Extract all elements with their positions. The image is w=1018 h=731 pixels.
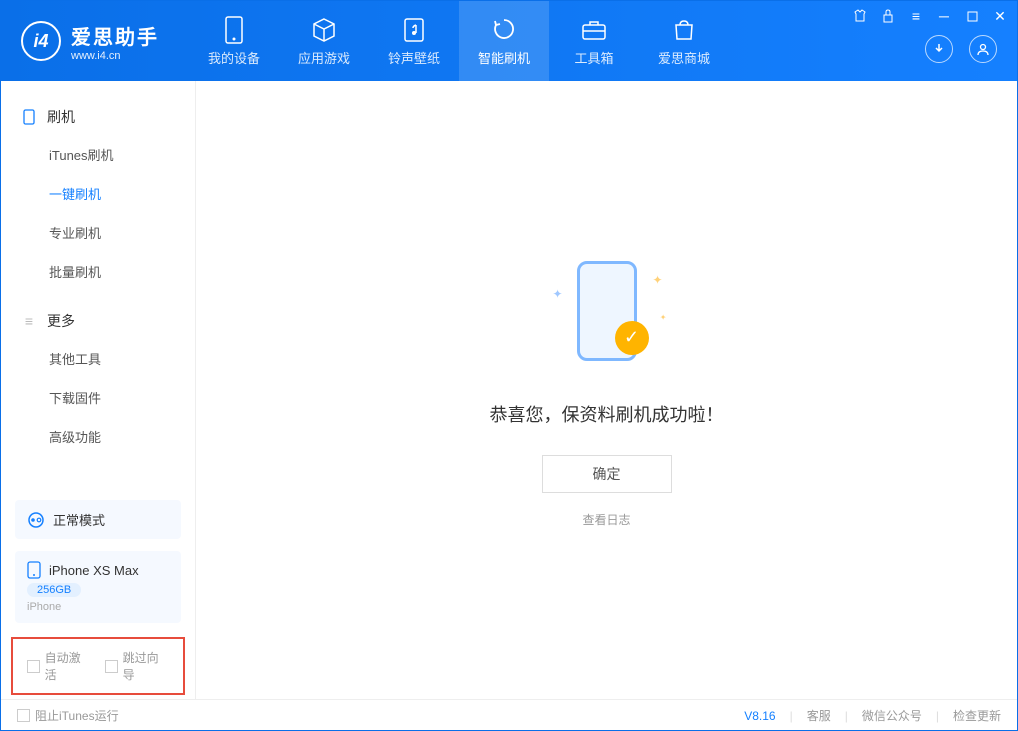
lock-icon[interactable] bbox=[879, 7, 897, 25]
tab-label: 工具箱 bbox=[574, 48, 613, 67]
separator: | bbox=[936, 709, 939, 723]
sparkle-icon: ✦ bbox=[652, 273, 662, 287]
sidebar-item-batch[interactable]: 批量刷机 bbox=[1, 252, 195, 291]
checkbox-auto-activate[interactable]: 自动激活 bbox=[27, 649, 91, 683]
version-text: V8.16 bbox=[744, 709, 775, 723]
logo-area: i4 爱思助手 www.i4.cn bbox=[1, 21, 179, 62]
separator: | bbox=[845, 709, 848, 723]
phone-icon bbox=[27, 561, 41, 579]
phone-icon bbox=[21, 109, 37, 125]
sidebar: 刷机 iTunes刷机 一键刷机 专业刷机 批量刷机 ≡ 更多 其他工具 下载固… bbox=[1, 81, 196, 699]
logo-text: 爱思助手 www.i4.cn bbox=[71, 21, 159, 62]
tab-label: 应用游戏 bbox=[298, 48, 350, 67]
device-info-box[interactable]: iPhone XS Max 256GB iPhone bbox=[15, 551, 181, 623]
checkbox-box bbox=[105, 660, 118, 673]
close-button[interactable]: ✕ bbox=[991, 7, 1009, 25]
separator: | bbox=[790, 709, 793, 723]
main-content: ✦ ✦ ✦ ✓ 恭喜您，保资料刷机成功啦！ 确定 查看日志 bbox=[196, 81, 1017, 699]
minimize-button[interactable]: ─ bbox=[935, 7, 953, 25]
group-title-text: 更多 bbox=[47, 311, 75, 331]
device-icon bbox=[220, 16, 248, 44]
checkbox-label: 跳过向导 bbox=[123, 649, 169, 683]
checkbox-box bbox=[17, 709, 30, 722]
user-icon[interactable] bbox=[969, 35, 997, 63]
refresh-shield-icon bbox=[490, 16, 518, 44]
view-log-link[interactable]: 查看日志 bbox=[582, 511, 630, 528]
storage-badge: 256GB bbox=[27, 583, 81, 597]
tab-apps[interactable]: 应用游戏 bbox=[279, 1, 369, 81]
group-title-text: 刷机 bbox=[47, 107, 75, 127]
app-header: i4 爱思助手 www.i4.cn 我的设备 应用游戏 铃声壁纸 智能刷机 工具… bbox=[1, 1, 1017, 81]
device-mode-box[interactable]: 正常模式 bbox=[15, 500, 181, 539]
body-area: 刷机 iTunes刷机 一键刷机 专业刷机 批量刷机 ≡ 更多 其他工具 下载固… bbox=[1, 81, 1017, 699]
app-title: 爱思助手 bbox=[71, 21, 159, 50]
nav-tabs: 我的设备 应用游戏 铃声壁纸 智能刷机 工具箱 爱思商城 bbox=[189, 1, 729, 81]
checkbox-skip-guide[interactable]: 跳过向导 bbox=[105, 649, 169, 683]
checkbox-label: 阻止iTunes运行 bbox=[35, 707, 119, 724]
tab-label: 智能刷机 bbox=[478, 48, 530, 67]
mode-icon bbox=[27, 511, 45, 529]
sparkle-icon: ✦ bbox=[553, 287, 563, 301]
tab-flash[interactable]: 智能刷机 bbox=[459, 1, 549, 81]
wechat-link[interactable]: 微信公众号 bbox=[862, 707, 922, 724]
sidebar-item-firmware[interactable]: 下载固件 bbox=[1, 378, 195, 417]
support-link[interactable]: 客服 bbox=[807, 707, 831, 724]
maximize-button[interactable] bbox=[963, 7, 981, 25]
success-illustration: ✦ ✦ ✦ ✓ bbox=[547, 253, 667, 373]
tab-label: 我的设备 bbox=[208, 48, 260, 67]
sidebar-group-more: ≡ 更多 bbox=[1, 303, 195, 339]
checkbox-block-itunes[interactable]: 阻止iTunes运行 bbox=[17, 707, 119, 724]
header-right-icons bbox=[925, 35, 997, 63]
sidebar-item-pro[interactable]: 专业刷机 bbox=[1, 213, 195, 252]
sidebar-group-flash: 刷机 bbox=[1, 99, 195, 135]
checkbox-label: 自动激活 bbox=[45, 649, 91, 683]
app-subtitle: www.i4.cn bbox=[71, 50, 159, 62]
bag-icon bbox=[670, 16, 698, 44]
tab-ringtones[interactable]: 铃声壁纸 bbox=[369, 1, 459, 81]
sidebar-item-tools[interactable]: 其他工具 bbox=[1, 339, 195, 378]
music-file-icon bbox=[400, 16, 428, 44]
toolbox-icon bbox=[580, 16, 608, 44]
ok-button[interactable]: 确定 bbox=[542, 455, 672, 493]
cube-icon bbox=[310, 16, 338, 44]
tab-store[interactable]: 爱思商城 bbox=[639, 1, 729, 81]
check-badge-icon: ✓ bbox=[615, 321, 649, 355]
shirt-icon[interactable] bbox=[851, 7, 869, 25]
footer-left: 阻止iTunes运行 bbox=[17, 707, 119, 724]
device-name-text: iPhone XS Max bbox=[49, 563, 139, 578]
sparkle-icon: ✦ bbox=[660, 313, 667, 322]
list-icon: ≡ bbox=[21, 313, 37, 329]
success-message: 恭喜您，保资料刷机成功啦！ bbox=[490, 401, 724, 427]
update-link[interactable]: 检查更新 bbox=[953, 707, 1001, 724]
sidebar-item-advanced[interactable]: 高级功能 bbox=[1, 417, 195, 456]
tab-label: 爱思商城 bbox=[658, 48, 710, 67]
footer-right: V8.16 | 客服 | 微信公众号 | 检查更新 bbox=[744, 707, 1001, 724]
logo-icon: i4 bbox=[21, 21, 61, 61]
options-row: 自动激活 跳过向导 bbox=[11, 637, 185, 695]
sidebar-item-oneclick[interactable]: 一键刷机 bbox=[1, 174, 195, 213]
device-type-text: iPhone bbox=[27, 601, 169, 613]
checkbox-box bbox=[27, 660, 40, 673]
tab-my-device[interactable]: 我的设备 bbox=[189, 1, 279, 81]
footer: 阻止iTunes运行 V8.16 | 客服 | 微信公众号 | 检查更新 bbox=[1, 699, 1017, 731]
download-icon[interactable] bbox=[925, 35, 953, 63]
device-mode-text: 正常模式 bbox=[53, 510, 105, 529]
tab-label: 铃声壁纸 bbox=[388, 48, 440, 67]
window-controls: ≡ ─ ✕ bbox=[851, 7, 1009, 25]
tab-toolbox[interactable]: 工具箱 bbox=[549, 1, 639, 81]
menu-icon[interactable]: ≡ bbox=[907, 7, 925, 25]
sidebar-item-itunes[interactable]: iTunes刷机 bbox=[1, 135, 195, 174]
